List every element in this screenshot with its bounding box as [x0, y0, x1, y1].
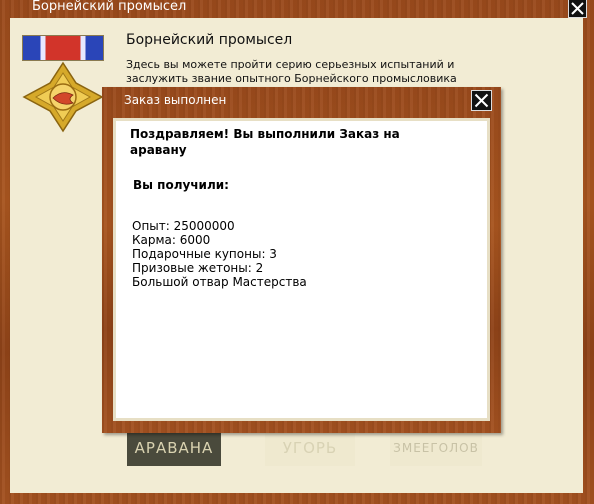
reward-item: Большой отвар Мастерства: [132, 275, 307, 289]
ribbon-icon: [22, 35, 104, 61]
outer-description: Здесь вы можете пройти серию серьезных и…: [126, 58, 457, 85]
medal-icon: [22, 61, 104, 133]
close-icon: [474, 93, 489, 108]
reward-item: Карма: 6000: [132, 233, 211, 247]
outer-window-title: Борнейский промысел: [32, 0, 187, 14]
received-label: Вы получили:: [133, 178, 229, 192]
outer-close-button[interactable]: [568, 0, 587, 18]
dialog-content: Поздравляем! Вы выполнили Заказ на арава…: [113, 118, 490, 421]
tab-bar: АРАВАНА УГОРЬ ЗМЕЕГОЛОВ: [10, 430, 583, 470]
dialog-close-button[interactable]: [471, 90, 492, 111]
close-icon: [571, 2, 584, 15]
congrats-message: Поздравляем! Вы выполнили Заказ на арава…: [130, 127, 400, 157]
outer-heading: Борнейский промысел: [126, 32, 293, 48]
order-complete-dialog: Заказ выполнен Поздравляем! Вы выполнили…: [102, 87, 501, 433]
rewards-list: Опыт: 25000000 Карма: 6000 Подарочные ку…: [132, 219, 307, 289]
tab-aravana[interactable]: АРАВАНА: [127, 430, 221, 466]
tab-zmeegolov[interactable]: ЗМЕЕГОЛОВ: [390, 430, 482, 466]
outer-titlebar[interactable]: Борнейский промысел: [0, 0, 594, 18]
tab-ugor[interactable]: УГОРЬ: [265, 430, 355, 466]
reward-item: Призовые жетоны: 2: [132, 261, 264, 275]
reward-item: Опыт: 25000000: [132, 219, 235, 233]
dialog-title: Заказ выполнен: [124, 93, 227, 107]
reward-item: Подарочные купоны: 3: [132, 247, 277, 261]
